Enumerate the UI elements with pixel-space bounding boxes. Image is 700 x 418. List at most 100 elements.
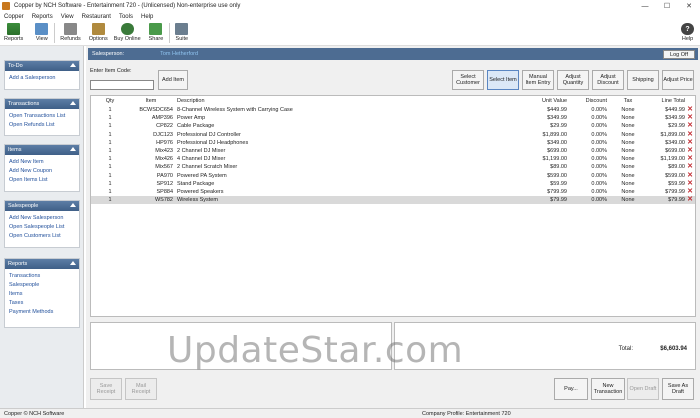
reports-panel-header[interactable]: Reports: [5, 259, 79, 269]
buy-online-button[interactable]: Buy Online: [114, 22, 141, 42]
log-off-button[interactable]: Log Off: [663, 50, 695, 59]
add-item-button[interactable]: Add Item: [158, 70, 188, 90]
reports-button[interactable]: Reports: [4, 22, 23, 42]
sidebar-item-open-customers[interactable]: Open Customers List: [5, 232, 79, 241]
cell-discount: 0.00%: [591, 156, 607, 163]
adjust-discount-button[interactable]: Adjust Discount: [592, 70, 624, 90]
delete-row-icon[interactable]: ✕: [686, 155, 694, 163]
sidebar-item-report-items[interactable]: Items: [5, 290, 79, 299]
cell-line-total: $1,199.00: [660, 156, 685, 163]
collapse-icon[interactable]: [70, 63, 76, 67]
table-row[interactable]: 1 SP884 Powered Speakers $799.99 0.00% None $7…: [91, 188, 695, 196]
menu-tools[interactable]: Tools: [115, 14, 137, 20]
table-row[interactable]: 1 Mix423 2 Channel DJ Mixer $699.00 0.00% Non…: [91, 147, 695, 155]
salespeople-panel-header[interactable]: Salespeople: [5, 201, 79, 211]
open-draft-button[interactable]: Open Draft: [627, 378, 659, 400]
table-row[interactable]: 1 PA970 Powered PA System $599.00 0.00% None $…: [91, 172, 695, 180]
item-code-input[interactable]: [90, 80, 154, 90]
table-row[interactable]: 1 Mix426 4 Channel DJ Mixer $1,199.00 0.00% N…: [91, 155, 695, 163]
transactions-panel-header[interactable]: Transactions: [5, 99, 79, 109]
table-row[interactable]: 1 WS782 Wireless System $79.99 0.00% None $79.…: [91, 196, 695, 205]
help-button[interactable]: ? Help: [681, 22, 694, 42]
sidebar-item-report-payment-methods[interactable]: Payment Methods: [5, 308, 79, 317]
adjust-price-button[interactable]: Adjust Price: [662, 70, 694, 90]
sidebar-item-report-taxes[interactable]: Taxes: [5, 299, 79, 308]
select-customer-button[interactable]: Select Customer: [452, 70, 484, 90]
cell-item: AMP396: [151, 115, 173, 122]
menu-reports[interactable]: Reports: [28, 14, 57, 20]
sidebar-item-report-transactions[interactable]: Transactions: [5, 272, 79, 281]
new-transaction-button[interactable]: New Transaction: [591, 378, 625, 400]
select-item-button[interactable]: Select Item: [487, 70, 519, 90]
column-header-description[interactable]: Description: [177, 97, 377, 105]
delete-row-icon[interactable]: ✕: [686, 122, 694, 130]
sidebar-item-add-new-salesperson[interactable]: Add New Salesperson: [5, 214, 79, 223]
menu-view[interactable]: View: [57, 14, 78, 20]
table-row[interactable]: 1 DJC123 Professional DJ Controller $1,899.…: [91, 131, 695, 139]
share-button[interactable]: Share: [148, 22, 164, 42]
manual-item-entry-button[interactable]: Manual Item Entry: [522, 70, 554, 90]
view-button[interactable]: View: [35, 22, 49, 42]
delete-row-icon[interactable]: ✕: [686, 147, 694, 155]
sidebar-item-open-salespeople[interactable]: Open Salespeople List: [5, 223, 79, 232]
maximize-icon[interactable]: ☐: [656, 0, 678, 12]
delete-row-icon[interactable]: ✕: [686, 114, 694, 122]
delete-row-icon[interactable]: ✕: [686, 139, 694, 147]
sidebar-item-add-new-coupon[interactable]: Add New Coupon: [5, 167, 79, 176]
sidebar-item-open-items[interactable]: Open Items List: [5, 176, 79, 185]
options-button[interactable]: Options: [89, 22, 108, 42]
save-receipt-button[interactable]: Save Receipt: [90, 378, 122, 400]
sidebar-item-add-new-item[interactable]: Add New Item: [5, 158, 79, 167]
table-row[interactable]: 1 Mix567 2 Channel Scratch Mixer $89.00 0.00…: [91, 163, 695, 171]
table-row[interactable]: 1 CP822 Cable Package $29.99 0.00% None $29.99…: [91, 122, 695, 130]
delete-row-icon[interactable]: ✕: [686, 131, 694, 139]
adjust-quantity-button[interactable]: Adjust Quantity: [557, 70, 589, 90]
cell-item: PA970: [156, 172, 173, 179]
column-header-line-total[interactable]: Line Total: [647, 97, 685, 105]
items-panel-header[interactable]: Items: [5, 145, 79, 155]
sidebar-item-open-transactions[interactable]: Open Transactions List: [5, 112, 79, 121]
mail-receipt-button[interactable]: Mail Receipt: [125, 378, 157, 400]
menu-help[interactable]: Help: [137, 14, 157, 20]
todo-panel-header[interactable]: To-Do: [5, 61, 79, 71]
cell-line-total: $349.00: [665, 139, 685, 146]
delete-row-icon[interactable]: ✕: [686, 188, 694, 196]
collapse-icon[interactable]: [70, 261, 76, 265]
sidebar-item-add-salesperson[interactable]: Add a Salesperson: [5, 74, 79, 83]
menu-restaurant[interactable]: Restaurant: [78, 14, 115, 20]
collapse-icon[interactable]: [70, 147, 76, 151]
column-header-unit-value[interactable]: Unit Value: [517, 97, 567, 105]
status-copyright: Copper © NCH Software: [4, 410, 65, 417]
delete-row-icon[interactable]: ✕: [686, 106, 694, 114]
collapse-icon[interactable]: [70, 101, 76, 105]
cell-unit-value: $799.99: [547, 189, 567, 195]
view-label: View: [35, 36, 48, 42]
share-label: Share: [148, 36, 164, 42]
table-row[interactable]: 1 SP912 Stand Package $59.99 0.00% None $59.99…: [91, 180, 695, 188]
menu-copper[interactable]: Copper: [0, 14, 28, 20]
table-row[interactable]: 1 HP976 Professional DJ Headphones $349.00 0…: [91, 139, 695, 147]
refunds-button[interactable]: Refunds: [60, 22, 81, 42]
delete-row-icon[interactable]: ✕: [686, 196, 694, 204]
save-as-draft-button[interactable]: Save As Draft: [662, 378, 694, 400]
collapse-icon[interactable]: [70, 203, 76, 207]
delete-row-icon[interactable]: ✕: [686, 172, 694, 180]
delete-row-icon[interactable]: ✕: [686, 163, 694, 171]
sidebar-item-report-salespeople[interactable]: Salespeople: [5, 281, 79, 290]
suite-button[interactable]: Suite: [175, 22, 189, 42]
minimize-icon[interactable]: —: [634, 0, 656, 12]
close-icon[interactable]: ✕: [678, 0, 700, 12]
table-row[interactable]: 1 BCWSDC654 8-Channel Wireless System with…: [91, 106, 695, 114]
delete-row-icon[interactable]: ✕: [686, 180, 694, 188]
column-header-tax[interactable]: Tax: [609, 97, 647, 105]
column-header-item[interactable]: Item: [129, 97, 173, 105]
column-header-discount[interactable]: Discount: [569, 97, 607, 105]
table-row[interactable]: 1 AMP396 Power Amp $349.99 0.00% None $349.99 ✕: [91, 114, 695, 122]
item-code-label: Enter Item Code:: [90, 68, 132, 74]
column-header-qty[interactable]: Qty: [91, 97, 129, 105]
cell-qty: 1: [108, 180, 112, 187]
pay-button[interactable]: Pay...: [554, 378, 588, 400]
cell-qty: 1: [108, 156, 112, 163]
shipping-button[interactable]: Shipping: [627, 70, 659, 90]
sidebar-item-open-refunds[interactable]: Open Refunds List: [5, 121, 79, 130]
